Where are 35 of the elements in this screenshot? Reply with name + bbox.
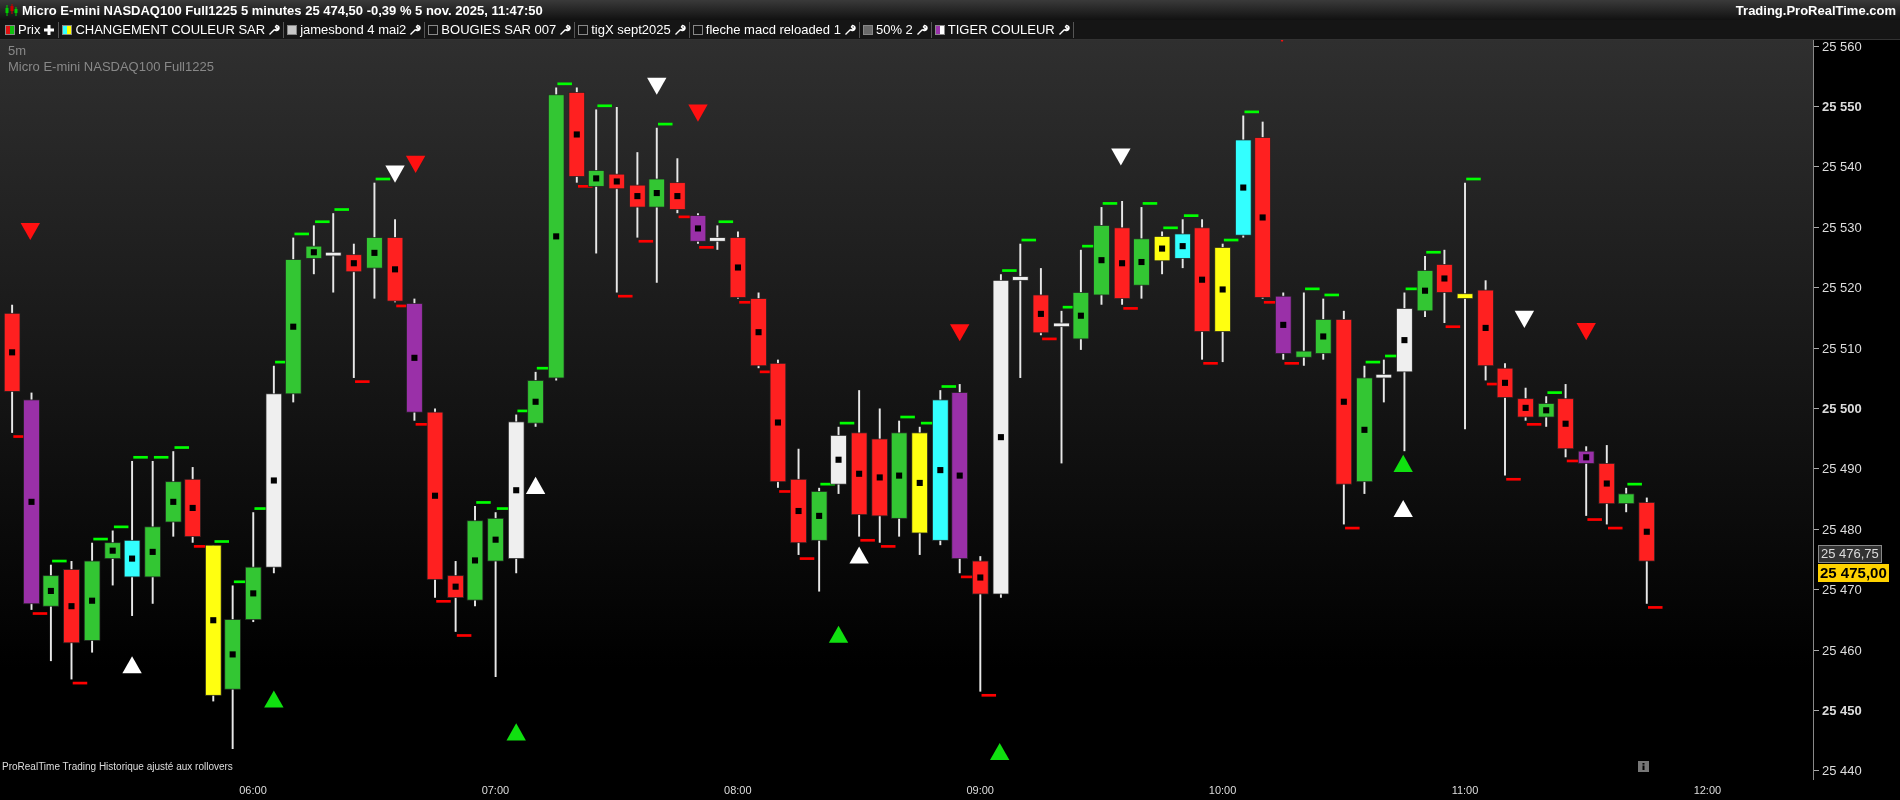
- instrument-label: Micro E-mini NASDAQ100 Full1225: [8, 59, 214, 74]
- indicator-label[interactable]: BOUGIES SAR 007: [441, 22, 557, 37]
- axis-label: 09:00: [966, 784, 994, 796]
- axis-label: 25 520: [1814, 279, 1862, 296]
- axis-label: 12:00: [1693, 784, 1722, 796]
- indicator-label[interactable]: fleche macd reloaded 1: [705, 22, 841, 37]
- indicator-label[interactable]: 50% 2: [875, 22, 913, 37]
- window-title: Micro E-mini NASDAQ100 Full1225 5 minutes 25 474,50 -0,39 % 5 nov. 2025, 11:47:50: [22, 2, 544, 18]
- axis-label: 25 540: [1814, 158, 1862, 175]
- axis-label: 25 480: [1814, 521, 1862, 538]
- axis-label: 25 460: [1814, 642, 1862, 658]
- axis-label: 06:00: [239, 784, 267, 796]
- axis-label: 25 500: [1814, 400, 1862, 417]
- axis-label: 25 530: [1814, 219, 1862, 236]
- footer-note: ProRealTime Trading Historique ajusté aux rollovers: [2, 761, 233, 772]
- indicator-label[interactable]: tigX sept2025: [591, 22, 671, 37]
- axis-label: 25 560: [1814, 38, 1862, 54]
- axis-label: 25 440: [1814, 762, 1862, 779]
- timeframe-label: 5m: [8, 43, 27, 58]
- indicator-label[interactable]: jamesbond 4 mai2: [300, 22, 407, 37]
- indicator-label[interactable]: Prix: [18, 22, 41, 37]
- axis-label: 25 510: [1814, 340, 1862, 356]
- axis-label: 25 450: [1814, 702, 1862, 719]
- site-name: Trading.ProRealTime.com: [1735, 2, 1896, 18]
- indicator-label[interactable]: TIGER COULEUR: [947, 22, 1055, 37]
- axis-label: 08:00: [724, 784, 752, 796]
- axis-label: 11:00: [1451, 784, 1479, 796]
- axis-label: 07:00: [481, 784, 510, 796]
- axis-label: 25 550: [1814, 98, 1862, 115]
- axis-label: 10:00: [1208, 784, 1237, 796]
- price-label: 25 475,00: [1818, 564, 1889, 582]
- indicator-label[interactable]: CHANGEMENT COULEUR SAR: [75, 22, 266, 37]
- axis-label: 25 470: [1814, 581, 1862, 598]
- price-label: 25 476,75: [1818, 545, 1882, 563]
- axis-label: 25 490: [1814, 460, 1862, 477]
